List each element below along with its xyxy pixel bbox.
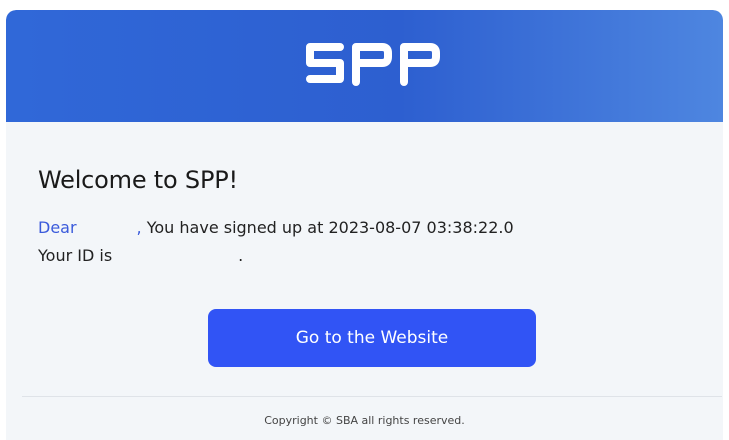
signup-message: Dear, You have signed up at 2023-08-07 0… [38, 218, 514, 237]
go-to-website-button[interactable]: Go to the Website [208, 309, 536, 367]
signup-timestamp-text: You have signed up at 2023-08-07 03:38:2… [146, 218, 514, 237]
email-card: Welcome to SPP! Dear, You have signed up… [6, 10, 723, 440]
id-suffix-text: . [238, 246, 244, 265]
greeting-text: Dear [38, 218, 77, 237]
welcome-title: Welcome to SPP! [38, 166, 238, 194]
footer-divider [22, 396, 722, 397]
email-header-banner [6, 10, 723, 122]
user-id-message: Your ID is. [38, 246, 243, 265]
copyright-footer: Copyright © SBA all rights reserved. [264, 414, 465, 427]
spp-logo [306, 43, 440, 86]
id-prefix-text: Your ID is [38, 246, 113, 265]
greeting-comma: , [136, 218, 142, 237]
